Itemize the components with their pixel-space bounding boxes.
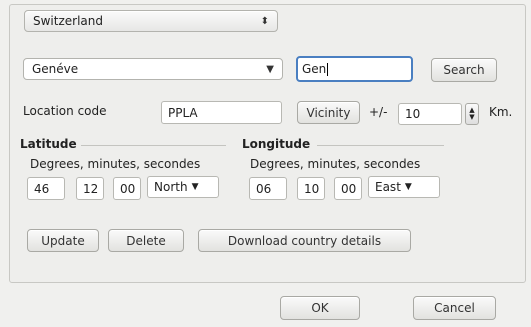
vicinity-spinner[interactable]: ▲ ▼ bbox=[465, 103, 479, 125]
longitude-hemisphere-select[interactable]: East ▼ bbox=[368, 176, 440, 198]
cancel-button[interactable]: Cancel bbox=[413, 296, 496, 320]
latitude-minutes-field[interactable]: 12 bbox=[76, 177, 104, 200]
longitude-minutes-field[interactable]: 10 bbox=[297, 177, 325, 200]
vicinity-button[interactable]: Vicinity bbox=[297, 101, 360, 124]
latitude-seconds-field[interactable]: 00 bbox=[113, 177, 141, 200]
longitude-seconds-field[interactable]: 00 bbox=[334, 177, 362, 200]
latitude-degrees-field[interactable]: 46 bbox=[27, 177, 65, 200]
vicinity-distance-field[interactable]: 10 bbox=[398, 103, 462, 125]
update-button[interactable]: Update bbox=[27, 229, 99, 252]
location-code-value: PPLA bbox=[168, 105, 198, 120]
location-code-field[interactable]: PPLA bbox=[161, 101, 282, 124]
delete-button[interactable]: Delete bbox=[108, 229, 184, 252]
country-select[interactable]: Switzerland ⬍ bbox=[24, 10, 278, 32]
longitude-seconds-value: 00 bbox=[341, 181, 357, 196]
longitude-divider bbox=[317, 145, 444, 146]
latitude-sublabel: Degrees, minutes, secondes bbox=[30, 157, 201, 171]
chevron-down-icon: ▼ bbox=[191, 182, 199, 192]
vicinity-unit-label: Km. bbox=[489, 105, 513, 119]
country-select-value: Switzerland bbox=[33, 14, 103, 28]
latitude-title: Latitude bbox=[20, 137, 77, 151]
latitude-hemisphere-value: North bbox=[154, 180, 188, 194]
search-input[interactable]: Gen bbox=[296, 56, 413, 82]
up-down-arrows-icon: ⬍ bbox=[260, 15, 269, 27]
spin-down-icon[interactable]: ▼ bbox=[469, 114, 474, 121]
longitude-hemisphere-value: East bbox=[375, 180, 401, 194]
chevron-down-icon: ▼ bbox=[266, 63, 274, 75]
city-select[interactable]: Genéve ▼ bbox=[23, 58, 283, 80]
longitude-title: Longitude bbox=[242, 137, 311, 151]
longitude-sublabel: Degrees, minutes, secondes bbox=[250, 157, 421, 171]
longitude-degrees-field[interactable]: 06 bbox=[249, 177, 287, 200]
ok-button[interactable]: OK bbox=[280, 296, 360, 320]
latitude-degrees-value: 46 bbox=[34, 181, 50, 196]
longitude-degrees-value: 06 bbox=[256, 181, 272, 196]
text-caret bbox=[327, 62, 329, 76]
latitude-seconds-value: 00 bbox=[120, 181, 136, 196]
city-select-value: Genéve bbox=[32, 62, 79, 76]
chevron-down-icon: ▼ bbox=[404, 182, 412, 192]
vicinity-distance-value: 10 bbox=[405, 107, 421, 121]
search-input-value: Gen bbox=[302, 62, 327, 76]
location-code-label: Location code bbox=[23, 104, 107, 118]
latitude-hemisphere-select[interactable]: North ▼ bbox=[147, 176, 219, 198]
longitude-minutes-value: 10 bbox=[304, 181, 320, 196]
latitude-divider bbox=[81, 145, 226, 146]
vicinity-plusminus-label: +/- bbox=[369, 105, 388, 119]
search-button[interactable]: Search bbox=[431, 58, 497, 82]
download-country-details-button[interactable]: Download country details bbox=[198, 229, 411, 252]
latitude-minutes-value: 12 bbox=[83, 181, 99, 196]
